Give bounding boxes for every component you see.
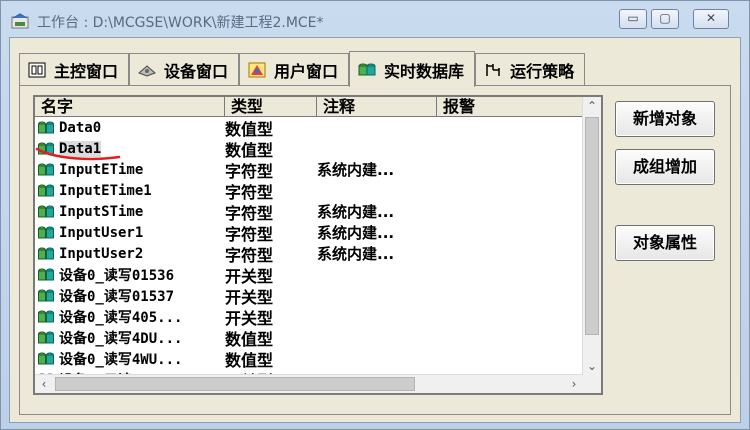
variable-name: 设备0_读写01537 <box>59 288 175 305</box>
variable-list[interactable]: 名字 类型 注释 报警 Data0 数值型 Data1 数值型 InputETime 字符… <box>33 95 603 395</box>
user-window-icon <box>248 62 266 77</box>
variable-icon <box>38 163 54 175</box>
vertical-scrollbar[interactable]: ⌃ ⌄ <box>582 97 601 375</box>
variable-icon <box>38 352 54 364</box>
tab-user-window[interactable]: 用户窗口 <box>239 53 350 85</box>
list-item[interactable]: 设备0_读写01536 开关型 <box>35 264 583 286</box>
column-header-type[interactable]: 类型 <box>225 97 317 117</box>
horizontal-scrollbar[interactable]: ‹ › <box>35 374 583 393</box>
list-item[interactable]: 设备0_读写4WU... 数值型 <box>35 348 583 370</box>
variable-icon <box>38 331 54 343</box>
tab-label: 设备窗口 <box>164 61 229 81</box>
variable-name: InputUser2 <box>59 245 144 262</box>
tab-strip: 主控窗口 设备窗口 用户窗口 实时数据库 运行策略 <box>19 51 586 87</box>
tab-label: 主控窗口 <box>54 61 119 81</box>
variable-name: 设备0_读写405... <box>59 309 183 326</box>
variable-icon <box>38 247 54 259</box>
tab-realtime-database[interactable]: 实时数据库 <box>349 51 476 87</box>
cell-name: InputSTime <box>35 204 225 220</box>
cell-note: 系统内建... <box>317 161 395 179</box>
cell-name: 设备0_读写01537 <box>35 286 225 306</box>
cell-name: 设备0_读写405... <box>35 307 225 327</box>
cell-name: InputUser1 <box>35 225 225 241</box>
close-icon: ✕ <box>705 11 717 25</box>
list-item[interactable]: Data0 数值型 <box>35 117 583 139</box>
variable-icon <box>38 142 54 154</box>
main-window-icon <box>28 62 46 77</box>
group-add-button[interactable]: 成组增加 <box>615 149 715 185</box>
tab-label: 用户窗口 <box>274 61 339 81</box>
list-rows: Data0 数值型 Data1 数值型 InputETime 字符型 系统内建... Inpu… <box>35 117 583 391</box>
list-item[interactable]: 设备0_读写01537 开关型 <box>35 285 583 307</box>
scroll-left-arrow-icon[interactable]: ‹ <box>35 375 53 393</box>
list-item[interactable]: Data1 数值型 <box>35 138 583 160</box>
cell-note: 系统内建... <box>317 203 395 221</box>
column-header-name[interactable]: 名字 <box>35 97 225 117</box>
variable-name: 设备0_读写01536 <box>59 267 175 284</box>
cell-name: InputUser2 <box>35 246 225 262</box>
variable-name: InputETime1 <box>59 182 152 199</box>
variable-name: 设备0_读写4DU... <box>59 330 183 347</box>
column-header-alarm[interactable]: 报警 <box>437 97 583 117</box>
list-item[interactable]: InputUser2 字符型 系统内建... <box>35 243 583 265</box>
tab-device-window[interactable]: 设备窗口 <box>129 53 240 85</box>
scroll-up-arrow-icon[interactable]: ⌃ <box>583 97 601 115</box>
list-item[interactable]: InputSTime 字符型 系统内建... <box>35 201 583 223</box>
variable-name: Data1 <box>59 140 102 157</box>
maximize-icon: ▢ <box>659 11 671 25</box>
cell-name: InputETime1 <box>35 183 225 199</box>
variable-icon <box>38 121 54 133</box>
variable-icon <box>38 289 54 301</box>
variable-icon <box>38 310 54 322</box>
database-icon <box>358 63 376 75</box>
add-object-button[interactable]: 新增对象 <box>615 101 715 137</box>
cell-note: 系统内建... <box>317 245 395 263</box>
workbench-window: 工作台 : D:\MCGSE\WORK\新建工程2.MCE* ▭ ▢ ✕ 主控窗… <box>0 0 750 430</box>
list-item[interactable]: 设备0_读写405... 开关型 <box>35 306 583 328</box>
tab-main-window[interactable]: 主控窗口 <box>19 53 130 85</box>
minimize-button[interactable]: ▭ <box>619 9 647 29</box>
vertical-scroll-thumb[interactable] <box>585 117 599 335</box>
cell-name: InputETime <box>35 162 225 178</box>
list-item[interactable]: InputUser1 字符型 系统内建... <box>35 222 583 244</box>
cell-name: 设备0_读写01536 <box>35 265 225 285</box>
strategy-icon <box>486 63 500 76</box>
title-bar[interactable]: 工作台 : D:\MCGSE\WORK\新建工程2.MCE* ▭ ▢ ✕ <box>1 1 749 37</box>
tab-label: 实时数据库 <box>384 61 465 81</box>
variable-icon <box>38 226 54 238</box>
cell-name: 设备0_读写4WU... <box>35 349 225 369</box>
variable-name: InputETime <box>59 161 144 178</box>
window-title: 工作台 : D:\MCGSE\WORK\新建工程2.MCE* <box>37 15 324 31</box>
cell-name: Data0 <box>35 120 225 136</box>
device-window-icon <box>138 64 156 77</box>
horizontal-scroll-thumb[interactable] <box>55 377 415 391</box>
variable-icon <box>38 184 54 196</box>
list-header: 名字 类型 注释 报警 <box>35 97 583 117</box>
list-item[interactable]: 设备0_读写4DU... 数值型 <box>35 327 583 349</box>
variable-name: Data0 <box>59 119 102 136</box>
column-header-note[interactable]: 注释 <box>317 97 437 117</box>
variable-name: InputSTime <box>59 203 144 220</box>
object-properties-button[interactable]: 对象属性 <box>615 225 715 261</box>
minimize-icon: ▭ <box>627 11 639 25</box>
app-icon <box>11 13 29 29</box>
tab-run-strategy[interactable]: 运行策略 <box>475 53 586 85</box>
maximize-button[interactable]: ▢ <box>651 9 679 29</box>
variable-icon <box>38 268 54 280</box>
cell-name: Data1 <box>35 140 225 157</box>
list-item[interactable]: InputETime 字符型 系统内建... <box>35 159 583 181</box>
scroll-corner <box>583 375 601 393</box>
tab-label: 运行策略 <box>510 61 575 81</box>
variable-name: 设备0_读写4WU... <box>59 351 183 368</box>
scroll-right-arrow-icon[interactable]: › <box>565 375 583 393</box>
cell-name: 设备0_读写4DU... <box>35 328 225 348</box>
variable-name: InputUser1 <box>59 224 144 241</box>
variable-icon <box>38 205 54 217</box>
list-item[interactable]: InputETime1 字符型 <box>35 180 583 202</box>
cell-note: 系统内建... <box>317 224 395 242</box>
close-button[interactable]: ✕ <box>693 9 729 29</box>
scroll-down-arrow-icon[interactable]: ⌄ <box>583 357 601 375</box>
